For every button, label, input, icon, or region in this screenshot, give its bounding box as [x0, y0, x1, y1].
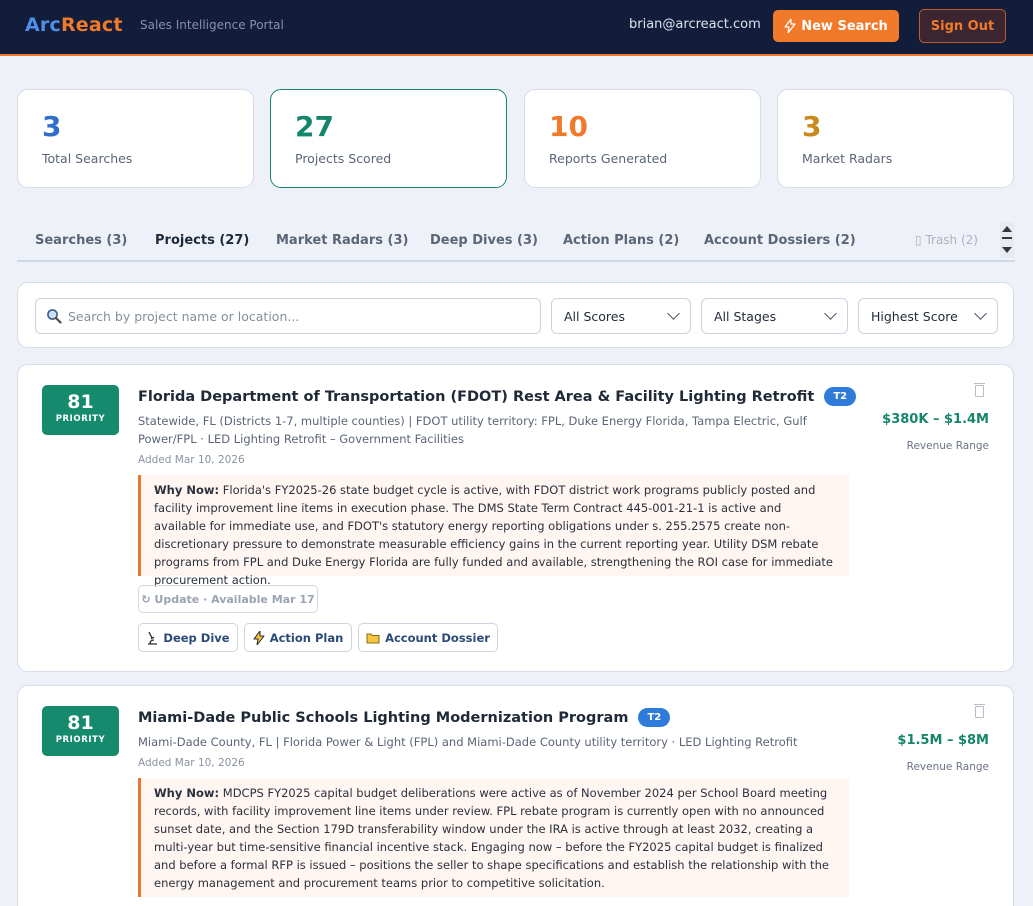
priority-score-badge: 81 PRIORITY — [42, 706, 119, 756]
why-now-text: MDCPS FY2025 capital budget deliberation… — [154, 786, 829, 890]
refresh-icon: ↻ — [141, 592, 151, 606]
project-title-text: Miami-Dade Public Schools Lighting Moder… — [138, 709, 629, 726]
deep-dive-label: Deep Dive — [163, 630, 230, 645]
score-filter-select[interactable]: All Scores — [551, 298, 691, 334]
account-dossier-button[interactable]: Account Dossier — [358, 623, 498, 652]
tab-scrollbar[interactable] — [1000, 222, 1014, 258]
lightning-icon — [784, 19, 796, 33]
revenue-range-value: $1.5M – $8M — [897, 733, 989, 748]
why-now-label: Why Now: — [154, 786, 220, 800]
action-plan-label: Action Plan — [269, 630, 344, 645]
tab-market-radars[interactable]: Market Radars (3) — [276, 233, 408, 248]
update-button: ↻ Update · Available Mar 17 — [138, 585, 318, 613]
stat-label: Reports Generated — [549, 151, 668, 166]
score-filter-value: All Scores — [564, 308, 625, 324]
score-value: 81 — [67, 712, 94, 734]
new-search-label: New Search — [801, 18, 888, 34]
project-title[interactable]: Miami-Dade Public Schools Lighting Moder… — [138, 708, 671, 727]
filter-bar: All Scores All Stages Highest Score — [17, 282, 1014, 348]
portal-subtitle: Sales Intelligence Portal — [140, 18, 284, 32]
logo-part-arc: Arc — [25, 14, 61, 36]
score-value: 81 — [67, 391, 94, 413]
tab-account-dossiers[interactable]: Account Dossiers (2) — [704, 233, 856, 248]
stage-filter-value: All Stages — [714, 308, 777, 324]
why-now-label: Why Now: — [154, 483, 220, 497]
update-label: Update · Available Mar 17 — [154, 592, 315, 606]
logo-part-react: React — [60, 14, 123, 36]
scroll-thumb[interactable] — [1002, 237, 1012, 239]
priority-label: PRIORITY — [55, 414, 106, 424]
lightning-icon — [253, 630, 265, 645]
tab-action-plans[interactable]: Action Plans (2) — [563, 233, 679, 248]
new-search-button[interactable]: New Search — [773, 10, 899, 42]
stat-label: Total Searches — [42, 151, 133, 166]
added-date: Added Mar 10, 2026 — [138, 454, 245, 466]
chevron-down-icon — [824, 307, 837, 320]
sign-out-button[interactable]: Sign Out — [919, 9, 1006, 43]
stat-card-reports-generated: 10 Reports Generated — [524, 89, 761, 188]
action-plan-button[interactable]: Action Plan — [244, 623, 352, 652]
chevron-down-icon — [667, 307, 680, 320]
priority-label: PRIORITY — [55, 735, 106, 745]
tab-bar: Searches (3) Projects (27) Market Radars… — [17, 222, 1015, 262]
project-meta: Statewide, FL (Districts 1-7, multiple c… — [138, 414, 807, 446]
project-card[interactable]: 81 PRIORITY Florida Department of Transp… — [17, 364, 1014, 672]
tab-trash[interactable]: ▯ Trash (2) — [915, 233, 978, 247]
tab-deep-dives[interactable]: Deep Dives (3) — [430, 233, 538, 248]
delete-trash-icon[interactable] — [974, 704, 985, 718]
deep-dive-button[interactable]: Deep Dive — [138, 623, 238, 652]
top-bar: ArcReact Sales Intelligence Portal brian… — [0, 0, 1033, 56]
user-email: brian@arcreact.com — [629, 17, 761, 32]
tab-searches[interactable]: Searches (3) — [35, 233, 127, 248]
revenue-range-label: Revenue Range — [906, 440, 989, 452]
sort-value: Highest Score — [871, 308, 958, 324]
stat-value: 3 — [42, 110, 62, 143]
trash-icon: ▯ — [915, 233, 922, 247]
account-dossier-label: Account Dossier — [385, 630, 490, 645]
tab-trash-label: Trash (2) — [925, 233, 978, 247]
chevron-down-icon — [974, 307, 987, 320]
tab-projects[interactable]: Projects (27) — [155, 233, 249, 248]
search-input[interactable] — [68, 308, 528, 324]
project-meta: Miami-Dade County, FL | Florida Power & … — [138, 735, 798, 749]
tier-badge: T2 — [824, 387, 857, 406]
why-now-box: Why Now: Florida's FY2025-26 state budge… — [138, 475, 849, 587]
stage-filter-select[interactable]: All Stages — [701, 298, 848, 334]
project-title-text: Florida Department of Transportation (FD… — [138, 388, 815, 405]
project-card[interactable]: 81 PRIORITY Miami-Dade Public Schools Li… — [17, 685, 1014, 906]
stat-card-projects-scored[interactable]: 27 Projects Scored — [270, 89, 507, 188]
stat-value: 3 — [802, 110, 822, 143]
scroll-up-arrow-icon[interactable] — [1002, 226, 1012, 232]
stat-label: Projects Scored — [295, 151, 392, 166]
stat-value: 27 — [295, 110, 334, 143]
stat-card-total-searches: 3 Total Searches — [17, 89, 254, 188]
stat-value: 10 — [549, 110, 588, 143]
revenue-range-value: $380K – $1.4M — [882, 412, 989, 427]
folder-icon — [366, 633, 380, 643]
stat-label: Market Radars — [802, 151, 893, 166]
why-now-box: Why Now: MDCPS FY2025 capital budget del… — [138, 778, 849, 897]
revenue-range-label: Revenue Range — [906, 761, 989, 773]
tier-badge: T2 — [638, 708, 671, 727]
delete-trash-icon[interactable] — [974, 383, 985, 397]
project-title[interactable]: Florida Department of Transportation (FD… — [138, 387, 857, 406]
sort-select[interactable]: Highest Score — [858, 298, 998, 334]
scroll-down-arrow-icon[interactable] — [1002, 247, 1012, 253]
stat-card-market-radars: 3 Market Radars — [777, 89, 1014, 188]
added-date: Added Mar 10, 2026 — [138, 757, 245, 769]
microscope-icon — [148, 631, 158, 645]
search-icon — [47, 309, 62, 324]
project-search-box[interactable] — [35, 298, 541, 334]
logo[interactable]: ArcReact — [25, 14, 123, 36]
why-now-text: Florida's FY2025-26 state budget cycle i… — [154, 483, 833, 587]
priority-score-badge: 81 PRIORITY — [42, 385, 119, 435]
